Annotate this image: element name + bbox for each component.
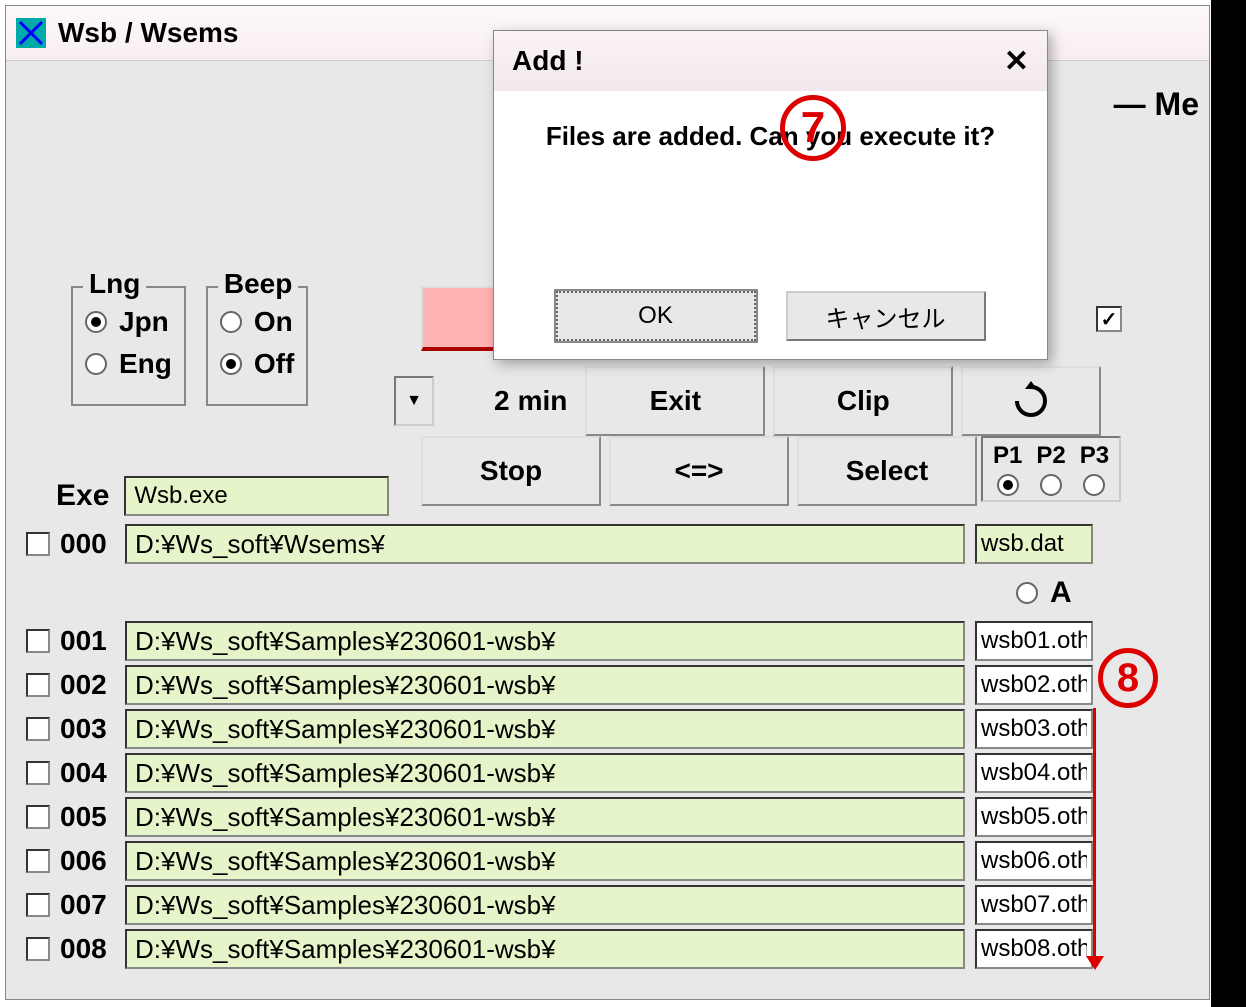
menu-label: — Me <box>1114 86 1199 123</box>
p2-label: P2 <box>1036 442 1065 470</box>
row-path[interactable] <box>125 709 965 749</box>
row-checkbox[interactable] <box>26 673 50 697</box>
row-path[interactable] <box>125 885 965 925</box>
table-row: 001 <box>26 621 1093 661</box>
loop-button[interactable] <box>961 366 1101 436</box>
p-group: P1 P2 P3 <box>981 436 1121 502</box>
dialog-title: Add ! <box>512 45 584 77</box>
lng-group: Lng Jpn Eng <box>71 286 186 406</box>
row-file[interactable] <box>975 709 1093 749</box>
lng-eng-radio[interactable]: Eng <box>85 348 172 380</box>
row-checkbox[interactable] <box>26 805 50 829</box>
beep-legend: Beep <box>218 268 298 300</box>
row-num: 006 <box>60 845 115 877</box>
row000-checkbox[interactable] <box>26 532 50 556</box>
row-num: 005 <box>60 801 115 833</box>
loop-icon <box>1011 381 1051 421</box>
cancel-button[interactable]: キャンセル <box>786 291 986 341</box>
stop-button[interactable]: Stop <box>421 436 601 506</box>
window-title: Wsb / Wsems <box>58 17 238 49</box>
row-checkbox[interactable] <box>26 849 50 873</box>
row-checkbox[interactable] <box>26 717 50 741</box>
a-radio[interactable] <box>1016 582 1038 604</box>
ok-button[interactable]: OK <box>556 291 756 341</box>
row000-file[interactable] <box>975 524 1093 564</box>
beep-on-radio[interactable]: On <box>220 306 294 338</box>
annotation-7: 7 <box>780 95 846 161</box>
row-checkbox[interactable] <box>26 761 50 785</box>
row-num: 003 <box>60 713 115 745</box>
row-path[interactable] <box>125 929 965 969</box>
p3-radio[interactable] <box>1083 474 1105 496</box>
row-path[interactable] <box>125 797 965 837</box>
add-dialog: Add ! ✕ Files are added. Can you execute… <box>493 30 1048 360</box>
p2-radio[interactable] <box>1040 474 1062 496</box>
row-checkbox[interactable] <box>26 893 50 917</box>
p1-radio[interactable] <box>997 474 1019 496</box>
table-row: 008 <box>26 929 1093 969</box>
row-path[interactable] <box>125 841 965 881</box>
row-checkbox[interactable] <box>26 629 50 653</box>
beep-off-radio[interactable]: Off <box>220 348 294 380</box>
annotation-8-arrow <box>1093 708 1096 958</box>
lng-legend: Lng <box>83 268 146 300</box>
row-num: 002 <box>60 669 115 701</box>
row000-path[interactable] <box>125 524 965 564</box>
a-label: A <box>1050 576 1072 610</box>
row-file[interactable] <box>975 665 1093 705</box>
top-checkbox[interactable]: ✓ <box>1096 306 1122 332</box>
close-icon[interactable]: ✕ <box>1004 44 1029 79</box>
row-path[interactable] <box>125 753 965 793</box>
row-file[interactable] <box>975 621 1093 661</box>
row-file[interactable] <box>975 929 1093 969</box>
row-file[interactable] <box>975 885 1093 925</box>
exit-button[interactable]: Exit <box>585 366 765 436</box>
clip-button[interactable]: Clip <box>773 366 953 436</box>
min-label: min <box>518 385 568 417</box>
table-row: 006 <box>26 841 1093 881</box>
app-icon <box>16 18 46 48</box>
row-num: 008 <box>60 933 115 965</box>
row000-num: 000 <box>60 528 115 560</box>
lng-jpn-radio[interactable]: Jpn <box>85 306 172 338</box>
exe-label: Exe <box>56 479 109 513</box>
table-row: 002 <box>26 665 1093 705</box>
p1-label: P1 <box>993 442 1022 470</box>
row-path[interactable] <box>125 621 965 661</box>
table-row: 005 <box>26 797 1093 837</box>
row-file[interactable] <box>975 841 1093 881</box>
row-file[interactable] <box>975 753 1093 793</box>
annotation-8: 8 <box>1098 648 1158 708</box>
p3-label: P3 <box>1080 442 1109 470</box>
select-button[interactable]: Select <box>797 436 977 506</box>
swap-button[interactable]: <=> <box>609 436 789 506</box>
table-row: 003 <box>26 709 1093 749</box>
min-value: 2 <box>494 385 510 417</box>
row-path[interactable] <box>125 665 965 705</box>
table-row: 007 <box>26 885 1093 925</box>
exe-input[interactable] <box>124 476 389 516</box>
right-edge <box>1211 0 1246 1007</box>
row-file[interactable] <box>975 797 1093 837</box>
table-row: 004 <box>26 753 1093 793</box>
min-dropdown[interactable]: ▼ <box>394 376 434 426</box>
row-num: 004 <box>60 757 115 789</box>
row-num: 007 <box>60 889 115 921</box>
row-checkbox[interactable] <box>26 937 50 961</box>
dialog-message: Files are added. Can you execute it? <box>494 91 1047 182</box>
row-num: 001 <box>60 625 115 657</box>
beep-group: Beep On Off <box>206 286 308 406</box>
